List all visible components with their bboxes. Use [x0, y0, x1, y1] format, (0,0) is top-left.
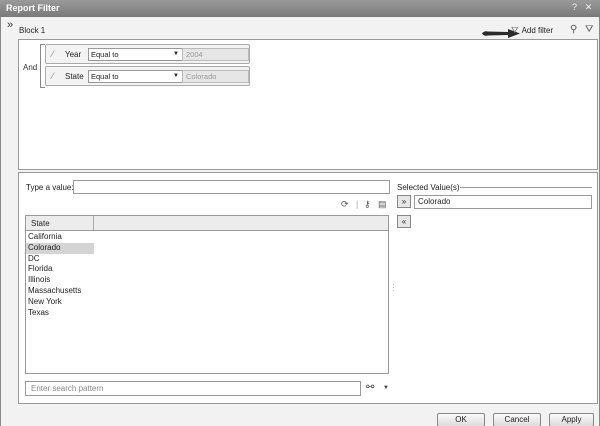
apply-button[interactable]: Apply [549, 413, 594, 426]
list-item[interactable]: Texas [26, 308, 94, 319]
state-value-list[interactable]: State California Colorado DC Florida Illinoi… [25, 215, 389, 374]
pin-icon[interactable]: ⁄ [52, 71, 54, 81]
divider: | [356, 199, 359, 209]
block-label: Block 1 [19, 26, 46, 35]
search-input[interactable]: Enter search pattern [25, 381, 361, 396]
add-filter-button[interactable]: ⛛ Add filter [511, 25, 553, 36]
divider [460, 187, 592, 188]
chevron-down-icon: ▼ [173, 51, 179, 57]
filter-condition-state[interactable]: ⁄ State Equal to ▼ Colorado [45, 66, 250, 86]
list-item[interactable]: Massachusetts [26, 286, 94, 297]
condition-value[interactable]: 2004 [182, 48, 249, 61]
list-header[interactable]: State [26, 216, 388, 231]
pin-icon[interactable]: ⁄ [52, 49, 54, 59]
condition-value[interactable]: Colorado [182, 70, 249, 83]
window-title: Report Filter [6, 3, 60, 13]
move-right-button[interactable]: » [397, 195, 411, 208]
ok-button[interactable]: OK [437, 413, 485, 426]
list-item[interactable]: DC [26, 254, 94, 265]
list-item[interactable]: Colorado [26, 242, 94, 254]
selected-values-label: Selected Value(s) [397, 183, 460, 192]
close-icon[interactable]: ✕ [583, 2, 594, 13]
move-left-button[interactable]: « [397, 215, 411, 228]
list-item[interactable]: California [26, 232, 94, 243]
condition-operator-select[interactable]: Equal to ▼ [88, 48, 183, 61]
binoculars-icon[interactable]: ⚯ [366, 382, 374, 393]
key-icon[interactable]: ⚷ [364, 199, 371, 210]
condition-field: State [65, 72, 84, 81]
type-value-input[interactable] [73, 180, 390, 194]
help-icon[interactable]: ? [569, 2, 580, 13]
condition-operator-select[interactable]: Equal to ▼ [88, 70, 183, 83]
operator-group-label[interactable]: And [23, 63, 37, 72]
list-item[interactable]: New York [26, 297, 94, 308]
title-bar: Report Filter ? ✕ [0, 0, 600, 17]
remove-filter-icon[interactable]: ⚲ [570, 24, 577, 35]
column-header-state[interactable]: State [26, 216, 94, 230]
list-item[interactable]: Illinois [26, 275, 94, 286]
chevron-down-icon: ▼ [173, 73, 179, 79]
filter-condition-year[interactable]: ⁄ Year Equal to ▼ 2004 [45, 44, 250, 64]
funnel-add-icon: ⛛ [511, 25, 519, 35]
type-value-label: Type a value: [26, 183, 74, 192]
cancel-button[interactable]: Cancel [493, 413, 541, 426]
list-items: California Colorado DC Florida Illinois Massa… [26, 231, 388, 318]
list-options-icon[interactable]: ▤ [378, 199, 387, 210]
add-filter-label: Add filter [521, 26, 554, 35]
refresh-icon[interactable]: ⟳ [341, 199, 349, 210]
selected-value-item[interactable]: Colorado [414, 195, 592, 209]
list-item[interactable]: Florida [26, 264, 94, 275]
splitter-handle[interactable]: · · · [392, 281, 395, 295]
chevron-down-icon[interactable]: ▼ [383, 385, 389, 391]
clear-filters-icon[interactable]: ⛛ [585, 24, 593, 35]
condition-field: Year [65, 50, 82, 59]
expand-panel-icon[interactable]: » [7, 19, 13, 31]
